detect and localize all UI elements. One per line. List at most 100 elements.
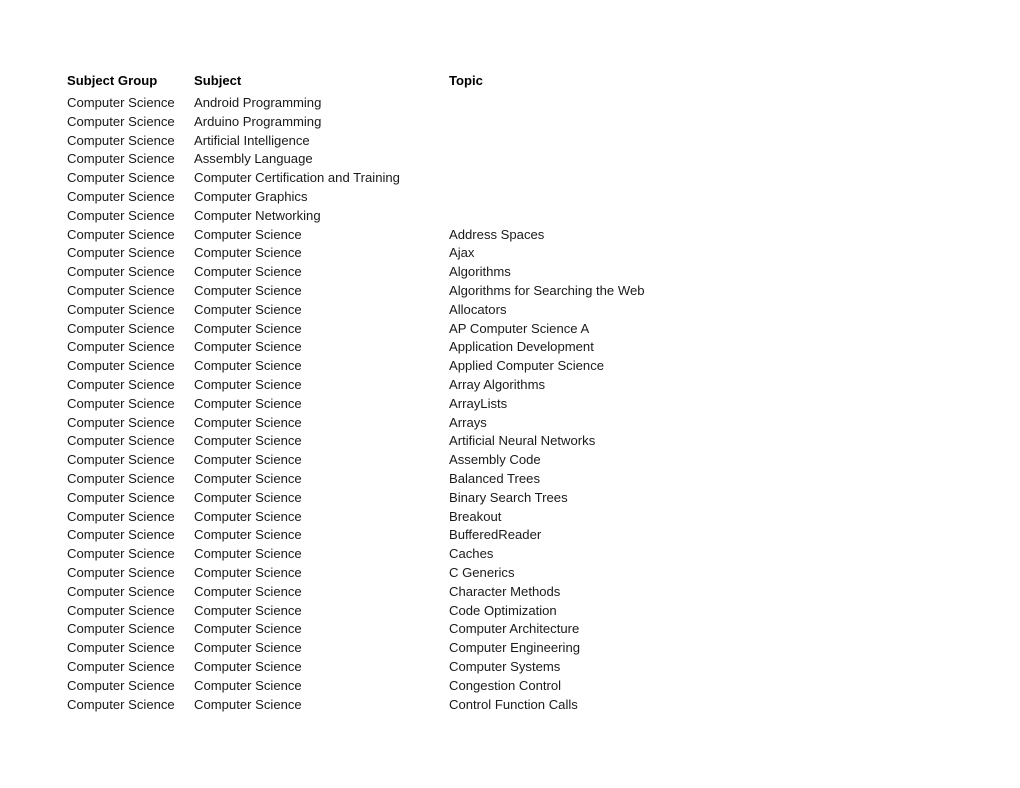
table-row: Computer Science Computer Graphics: [67, 188, 967, 207]
cell-subject: Computer Science: [194, 489, 302, 505]
cell-subject-group: Computer Science: [67, 602, 175, 618]
cell-topic: Address Spaces: [449, 226, 545, 242]
cell-subject: Computer Science: [194, 452, 302, 468]
cell-topic: Control Function Calls: [449, 696, 578, 712]
column-header-topic: Topic: [449, 73, 483, 88]
cell-subject: Computer Science: [194, 640, 302, 656]
cell-topic: Computer Architecture: [449, 621, 580, 637]
cell-subject: Computer Science: [194, 527, 302, 543]
cell-topic: AP Computer Science A: [449, 320, 590, 336]
table-row: Computer Science Computer Science C Generi…: [67, 564, 967, 583]
cell-subject-group: Computer Science: [67, 358, 175, 374]
cell-subject: Assembly Language: [194, 151, 313, 167]
table-row: Computer Science Artificial Intelligence: [67, 132, 967, 151]
cell-subject: Computer Science: [194, 677, 302, 693]
table-row: Computer Science Computer Science Computer…: [67, 620, 967, 639]
cell-subject-group: Computer Science: [67, 470, 175, 486]
cell-topic: Algorithms: [449, 264, 511, 280]
cell-subject: Computer Networking: [194, 207, 321, 223]
cell-subject: Computer Science: [194, 301, 302, 317]
cell-subject: Computer Science: [194, 696, 302, 712]
table-row: Computer Science Computer Science Computer…: [67, 639, 967, 658]
cell-subject: Computer Science: [194, 358, 302, 374]
cell-topic: Arrays: [449, 414, 487, 430]
cell-subject-group: Computer Science: [67, 151, 175, 167]
cell-subject: Computer Science: [194, 564, 302, 580]
cell-subject: Computer Science: [194, 508, 302, 524]
table-body: Computer Science Android Programming Compu…: [67, 94, 967, 714]
subject-listing-table-container: Subject Group Subject Topic Computer Sci…: [67, 71, 967, 714]
cell-topic: [449, 207, 967, 226]
cell-subject: Computer Science: [194, 339, 302, 355]
document-page: Subject Group Subject Topic Computer Sci…: [0, 0, 1020, 788]
cell-topic: [449, 132, 967, 151]
cell-topic: [449, 113, 967, 132]
cell-subject: Computer Science: [194, 226, 302, 242]
cell-subject: Computer Science: [194, 414, 302, 430]
cell-subject: Computer Science: [194, 621, 302, 637]
cell-topic: Assembly Code: [449, 452, 541, 468]
table-row: Computer Science Computer Science Binary S…: [67, 489, 967, 508]
cell-subject-group: Computer Science: [67, 546, 175, 562]
table-row: Computer Science Computer Science Applicat…: [67, 338, 967, 357]
table-row: Computer Science Computer Science Characte…: [67, 583, 967, 602]
cell-topic: Balanced Trees: [449, 470, 540, 486]
table-row: Computer Science Computer Science ArrayLis…: [67, 395, 967, 414]
cell-topic: Breakout: [449, 508, 502, 524]
cell-subject-group: Computer Science: [67, 564, 175, 580]
cell-subject-group: Computer Science: [67, 95, 175, 110]
cell-subject-group: Computer Science: [67, 226, 175, 242]
table-row: Computer Science Computer Science AP Compu…: [67, 320, 967, 339]
cell-subject: Computer Science: [194, 264, 302, 280]
cell-subject-group: Computer Science: [67, 282, 175, 298]
cell-topic: Code Optimization: [449, 602, 557, 618]
cell-subject-group: Computer Science: [67, 395, 175, 411]
cell-subject-group: Computer Science: [67, 621, 175, 637]
table-row: Computer Science Computer Certification a…: [67, 169, 967, 188]
cell-subject: Artificial Intelligence: [194, 132, 310, 148]
table-row: Computer Science Computer Science Buffered…: [67, 526, 967, 545]
cell-topic: Algorithms for Searching the Web: [449, 282, 645, 298]
cell-topic: [449, 94, 967, 113]
cell-subject-group: Computer Science: [67, 245, 175, 261]
cell-subject: Computer Graphics: [194, 188, 308, 204]
cell-subject: Computer Science: [194, 376, 302, 392]
table-row: Computer Science Computer Science Array Al…: [67, 376, 967, 395]
table-row: Computer Science Computer Science Ajax: [67, 244, 967, 263]
subject-listing-table: Subject Group Subject Topic Computer Sci…: [67, 71, 967, 714]
table-row: Computer Science Computer Science Code Opt…: [67, 602, 967, 621]
cell-subject-group: Computer Science: [67, 640, 175, 656]
cell-subject: Computer Science: [194, 470, 302, 486]
cell-topic: BufferedReader: [449, 527, 542, 543]
cell-topic: Computer Systems: [449, 658, 561, 674]
table-row: Computer Science Computer Science Algorith…: [67, 263, 967, 282]
table-row: Computer Science Android Programming: [67, 94, 967, 113]
cell-subject-group: Computer Science: [67, 414, 175, 430]
table-row: Computer Science Computer Science Assembly…: [67, 451, 967, 470]
cell-topic: [449, 188, 967, 207]
cell-topic: Artificial Neural Networks: [449, 433, 596, 449]
cell-subject-group: Computer Science: [67, 339, 175, 355]
table-header-row: Subject Group Subject Topic: [67, 71, 967, 94]
cell-topic: [449, 169, 967, 188]
cell-subject-group: Computer Science: [67, 433, 175, 449]
cell-topic: Applied Computer Science: [449, 358, 605, 374]
table-row: Computer Science Computer Science Breakout: [67, 508, 967, 527]
cell-subject: Computer Science: [194, 395, 302, 411]
cell-subject-group: Computer Science: [67, 583, 175, 599]
cell-subject-group: Computer Science: [67, 489, 175, 505]
cell-subject-group: Computer Science: [67, 170, 175, 186]
cell-subject: Android Programming: [194, 95, 322, 110]
cell-subject: Computer Science: [194, 282, 302, 298]
cell-topic: Character Methods: [449, 583, 561, 599]
cell-subject-group: Computer Science: [67, 677, 175, 693]
table-row: Computer Science Computer Science Allocato…: [67, 301, 967, 320]
cell-subject-group: Computer Science: [67, 320, 175, 336]
table-row: Computer Science Computer Science Caches: [67, 545, 967, 564]
cell-topic: C Generics: [449, 564, 515, 580]
cell-subject-group: Computer Science: [67, 376, 175, 392]
cell-topic: Caches: [449, 546, 494, 562]
cell-topic: Array Algorithms: [449, 376, 546, 392]
cell-subject: Computer Science: [194, 602, 302, 618]
cell-topic: [449, 150, 967, 169]
